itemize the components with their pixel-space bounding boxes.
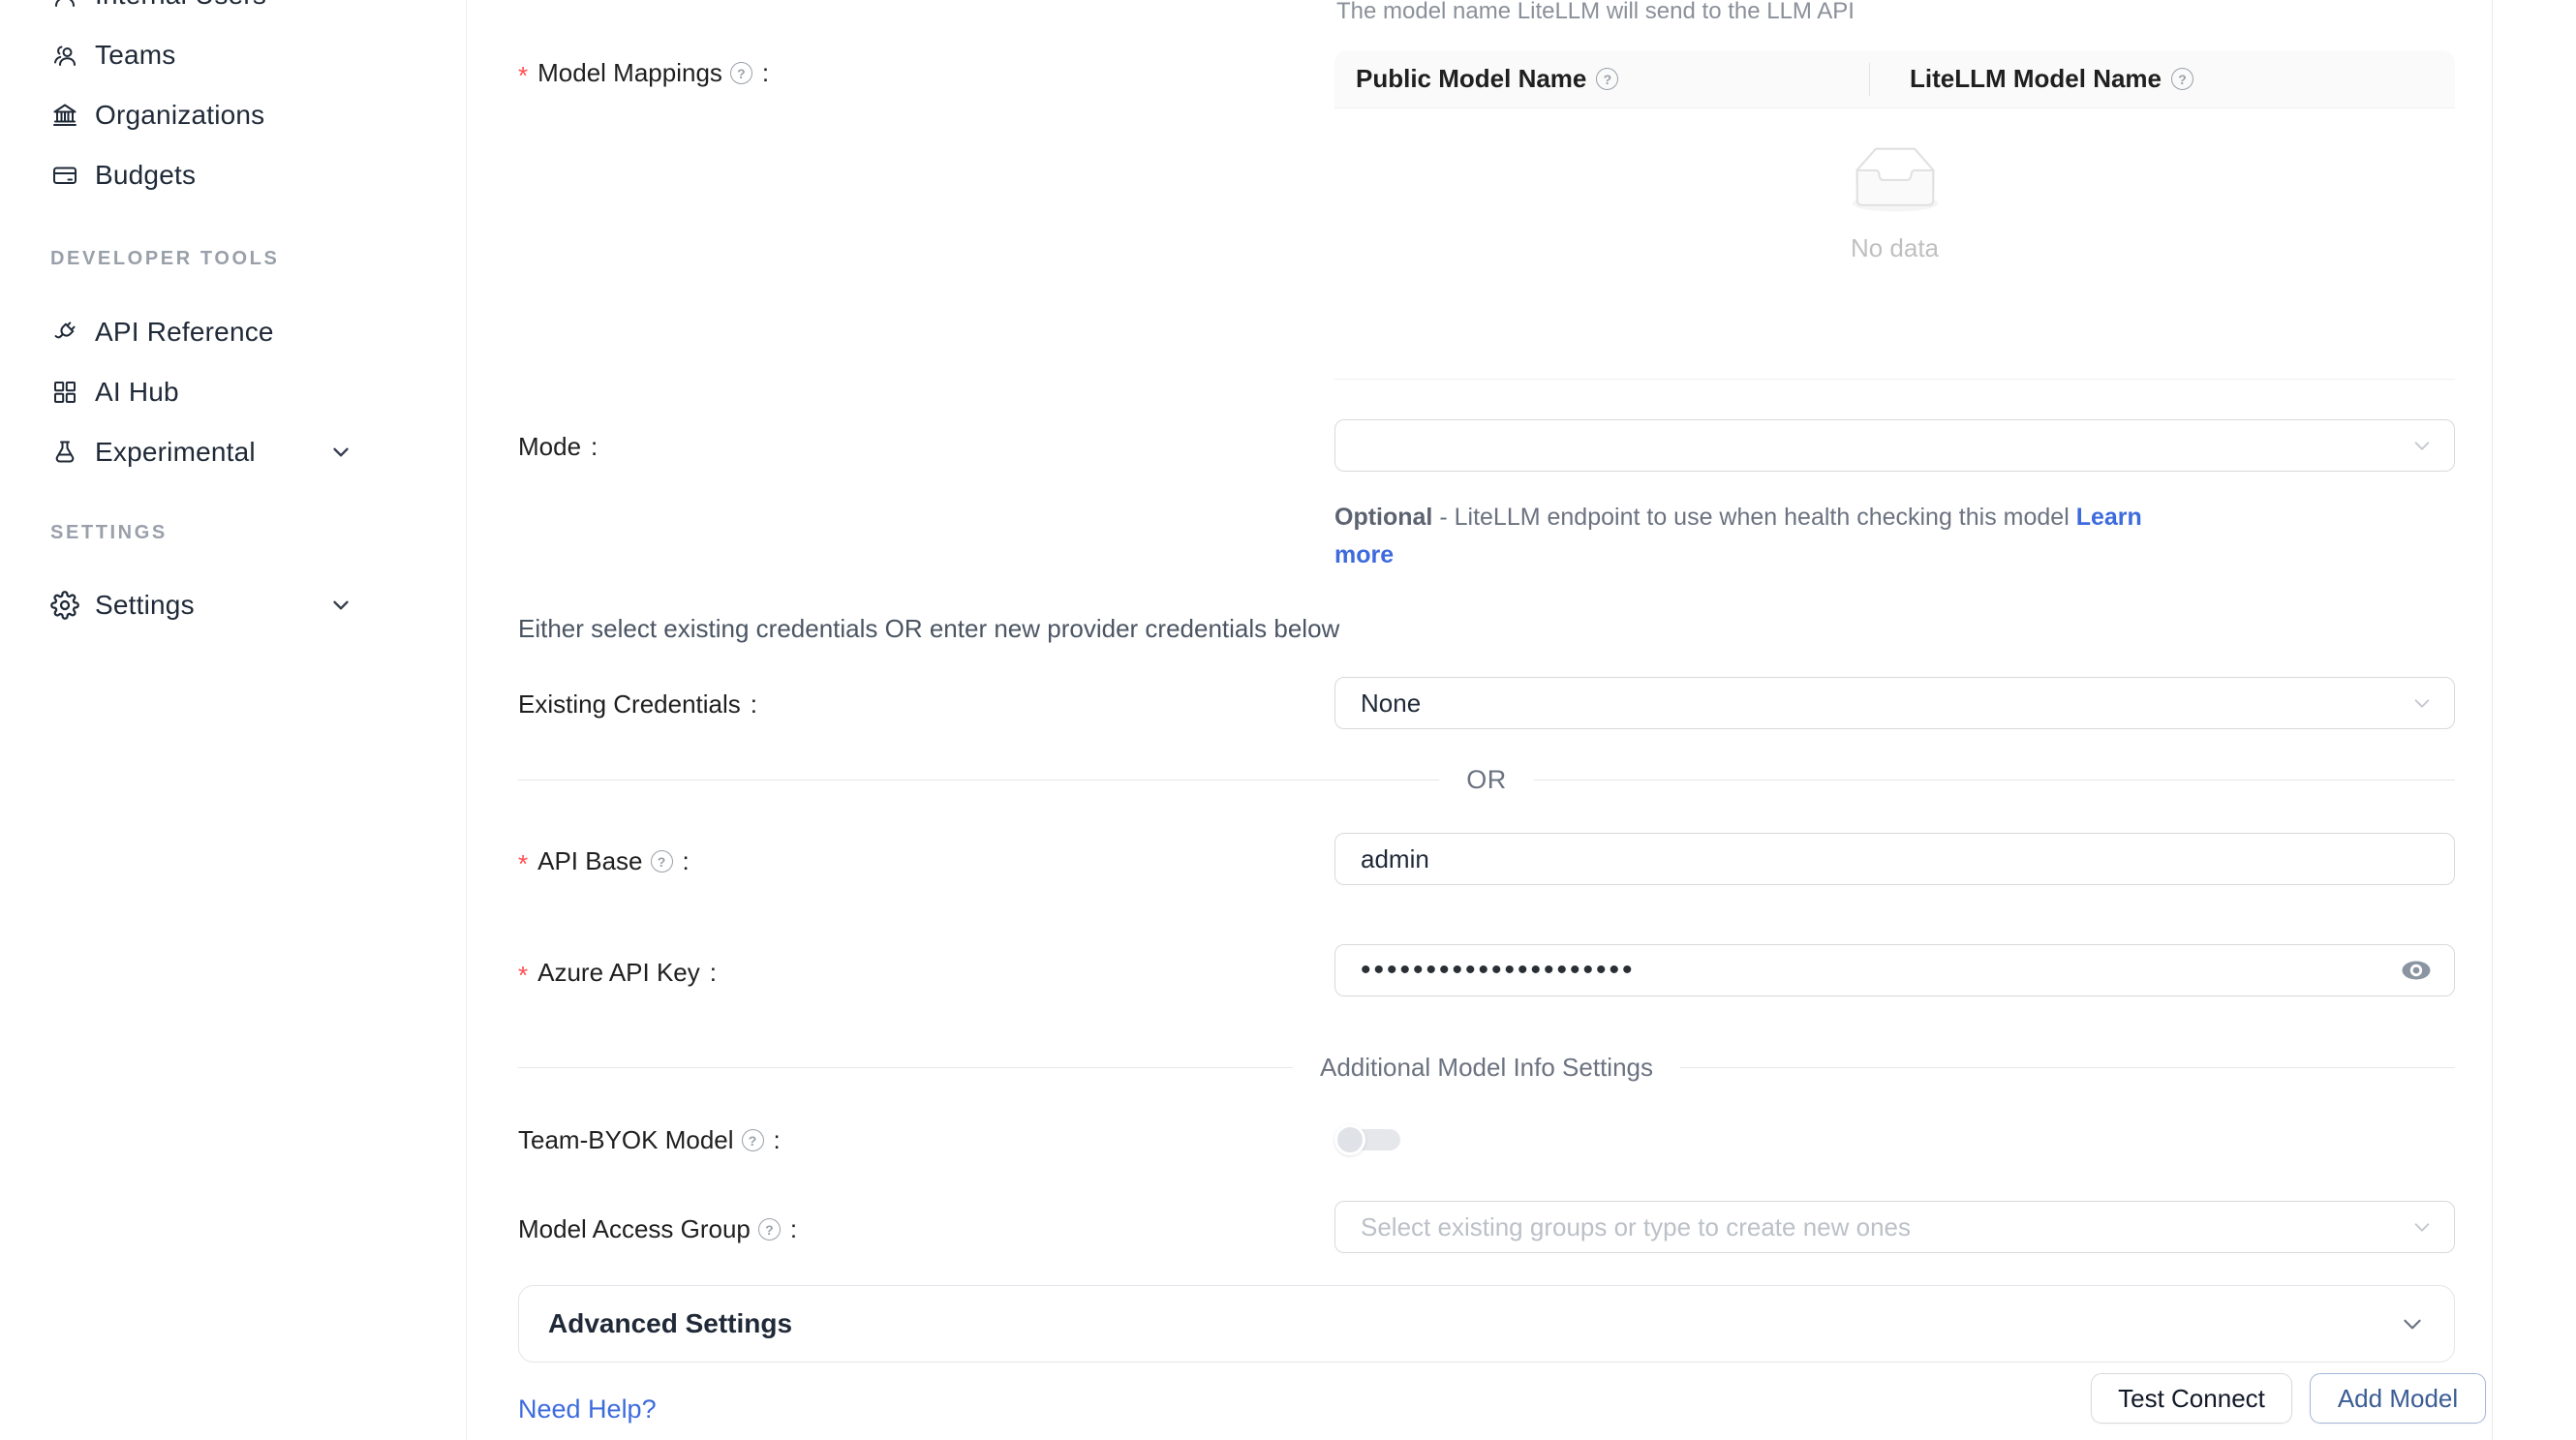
advanced-settings-panel[interactable]: Advanced Settings: [518, 1285, 2455, 1363]
grid-icon: [50, 378, 79, 407]
chevron-down-icon: [2411, 692, 2433, 714]
sidebar-item-label: Settings: [95, 590, 195, 621]
team-byok-toggle[interactable]: [1334, 1124, 1402, 1155]
sidebar-item-budgets[interactable]: Budgets: [0, 145, 466, 205]
required-asterisk: *: [518, 961, 528, 991]
sidebar-item-label: Organizations: [95, 100, 264, 131]
advanced-settings-title: Advanced Settings: [519, 1308, 792, 1339]
sidebar-item-ai-hub[interactable]: AI Hub: [0, 362, 466, 422]
model-access-group-label: Model Access Group ? :: [518, 1214, 797, 1244]
help-icon[interactable]: ?: [758, 1218, 781, 1241]
mode-select[interactable]: [1334, 419, 2455, 472]
mode-label: Mode :: [518, 432, 598, 462]
chevron-down-icon: [328, 593, 353, 618]
help-icon[interactable]: ?: [742, 1129, 764, 1151]
need-help-link[interactable]: Need Help?: [518, 1394, 657, 1425]
help-icon[interactable]: ?: [730, 62, 752, 84]
or-divider: OR: [518, 765, 2455, 794]
table-header-row: Public Model Name ? LiteLLM Model Name ?: [1334, 50, 2455, 108]
flask-icon: [50, 438, 79, 467]
column-header-litellm-model-name: LiteLLM Model Name ?: [1869, 64, 2193, 94]
chevron-down-icon: [2400, 1311, 2425, 1336]
add-model-form: The model name LiteLLM will send to the …: [468, 0, 2493, 1440]
api-base-input[interactable]: [1335, 834, 2454, 884]
sidebar-item-label: Budgets: [95, 160, 196, 191]
required-asterisk: *: [518, 61, 528, 91]
test-connect-button[interactable]: Test Connect: [2091, 1373, 2292, 1424]
required-asterisk: *: [518, 849, 528, 879]
sidebar-item-organizations[interactable]: Organizations: [0, 85, 466, 145]
toggle-knob: [1334, 1124, 1365, 1155]
model-access-group-select[interactable]: [1334, 1201, 2455, 1253]
azure-api-key-label: * Azure API Key :: [518, 958, 717, 988]
help-icon[interactable]: ?: [651, 850, 673, 873]
column-divider: [1869, 63, 1870, 96]
api-base-field: [1334, 833, 2455, 885]
bank-icon: [50, 101, 79, 130]
existing-credentials-label: Existing Credentials :: [518, 689, 757, 720]
azure-api-key-field: [1334, 944, 2455, 996]
learn-more-link[interactable]: more: [1334, 541, 1394, 568]
user-icon: [50, 0, 79, 10]
sidebar-item-label: API Reference: [95, 317, 274, 348]
sidebar-section-settings: SETTINGS: [0, 519, 466, 546]
eye-icon: [2400, 959, 2433, 982]
team-byok-label: Team-BYOK Model ? :: [518, 1125, 781, 1155]
additional-info-divider: Additional Model Info Settings: [518, 1052, 2455, 1083]
sidebar-item-internal-users[interactable]: Internal Users: [0, 0, 466, 25]
help-icon[interactable]: ?: [2171, 68, 2193, 90]
sidebar-section-developer-tools: DEVELOPER TOOLS: [0, 245, 466, 272]
chevron-down-icon: [2411, 1216, 2433, 1238]
plug-icon: [50, 318, 79, 347]
existing-credentials-select[interactable]: None: [1334, 677, 2455, 729]
model-mappings-table: Public Model Name ? LiteLLM Model Name ?: [1334, 50, 2455, 380]
sidebar-item-label: AI Hub: [95, 377, 179, 408]
credentials-note: Either select existing credentials OR en…: [518, 614, 1339, 644]
toggle-password-visibility-button[interactable]: [2400, 959, 2433, 982]
table-empty-body: No data: [1334, 108, 2455, 380]
chevron-down-icon: [328, 440, 353, 465]
credit-card-icon: [50, 161, 79, 190]
litellm-model-name-helper: The model name LiteLLM will send to the …: [1336, 0, 2457, 25]
empty-state-text: No data: [1334, 233, 2455, 263]
azure-api-key-input[interactable]: [1335, 945, 2454, 996]
add-model-button[interactable]: Add Model: [2310, 1373, 2486, 1424]
sidebar-item-settings[interactable]: Settings: [0, 575, 466, 635]
sidebar-item-teams[interactable]: Teams: [0, 25, 466, 85]
users-icon: [50, 41, 79, 70]
sidebar-item-api-reference[interactable]: API Reference: [0, 302, 466, 362]
sidebar-item-experimental[interactable]: Experimental: [0, 422, 466, 482]
model-access-group-input[interactable]: [1335, 1202, 2454, 1252]
model-mappings-label: * Model Mappings ? :: [518, 58, 769, 88]
add-model-page: Internal Users Teams Organizations: [0, 0, 2576, 1440]
help-icon[interactable]: ?: [1596, 68, 1618, 90]
sidebar-item-label: Teams: [95, 40, 175, 71]
sidebar: Internal Users Teams Organizations: [0, 0, 467, 1440]
sidebar-item-label: Internal Users: [95, 0, 266, 11]
column-header-public-model-name: Public Model Name ?: [1334, 64, 1869, 94]
sidebar-item-label: Experimental: [95, 437, 256, 468]
mode-helper-text: Optional - LiteLLM endpoint to use when …: [1334, 499, 2455, 574]
chevron-down-icon: [2411, 435, 2433, 456]
api-base-label: * API Base ? :: [518, 846, 690, 876]
empty-inbox-icon: [1842, 147, 1948, 215]
learn-more-link[interactable]: Learn: [2076, 504, 2142, 531]
gear-icon: [50, 591, 79, 620]
